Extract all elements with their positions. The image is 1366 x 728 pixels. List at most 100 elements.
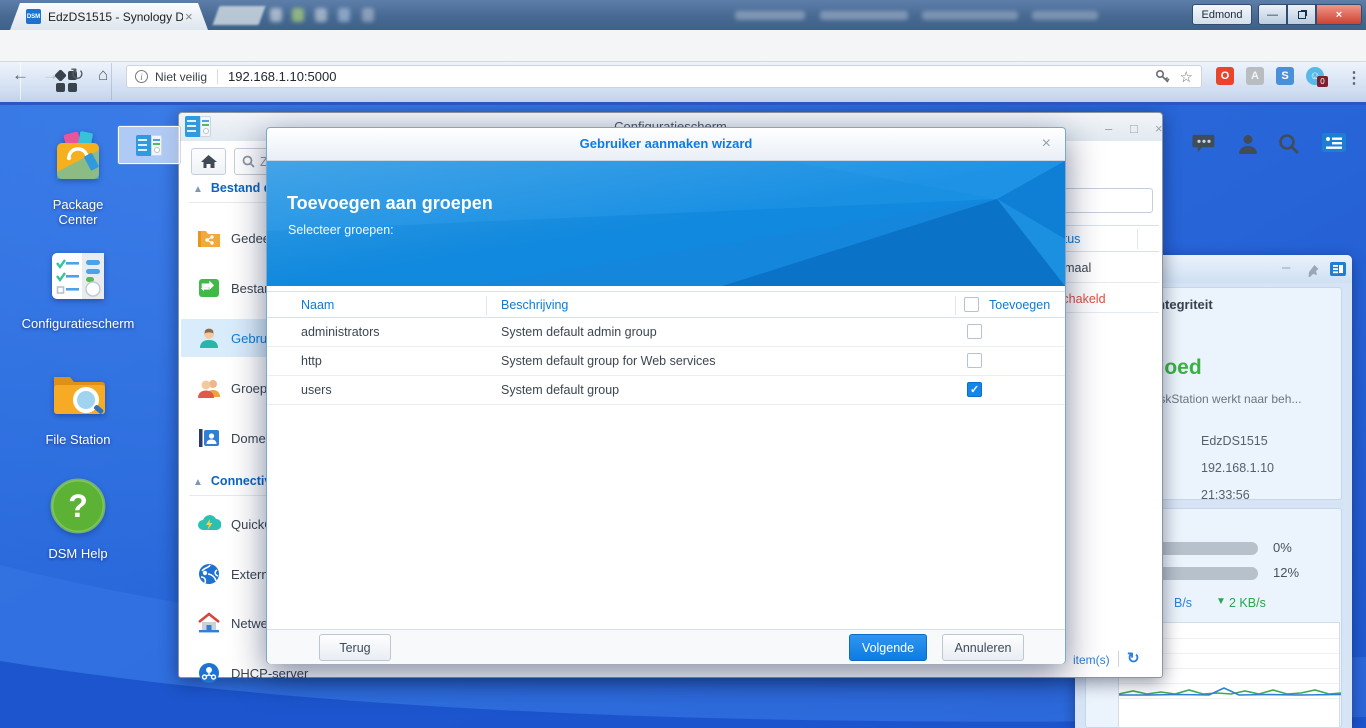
- file-services-icon: [199, 279, 219, 297]
- select-all-checkbox[interactable]: [964, 297, 979, 312]
- screen: Package Center Configuratiescherm File S…: [0, 0, 1366, 728]
- sidebar-item-label: Groep: [231, 380, 268, 396]
- desktop-icon-label: Configuratiescherm: [21, 316, 135, 331]
- dsm-help-icon: ?: [50, 478, 106, 534]
- chevron-up-icon: ▲: [193, 184, 203, 195]
- group-icon: [198, 380, 220, 398]
- svg-text:?: ?: [68, 488, 88, 524]
- column-header-name[interactable]: Naam: [301, 298, 334, 312]
- security-label: Niet veilig: [155, 69, 208, 84]
- column-header-add[interactable]: Toevoegen: [989, 298, 1050, 312]
- wizard-banner: Toevoegen aan groepen Selecteer groepen:: [267, 161, 1065, 286]
- search-icon[interactable]: [1278, 133, 1300, 155]
- widget-pin-icon[interactable]: [1306, 262, 1321, 277]
- desktop-icon-label: Package Center: [52, 197, 104, 227]
- dialog-title: Gebruiker aanmaken wizard: [579, 136, 753, 151]
- package-center-icon: [57, 131, 99, 179]
- column-header-description[interactable]: Beschrijving: [501, 298, 568, 312]
- group-description: System default group: [501, 383, 620, 397]
- windows-titlebar: DSM EdzDS1515 - Synology D × Edmond — ×: [0, 0, 1366, 30]
- search-icon: [242, 155, 255, 168]
- item-count-label: item(s): [1073, 653, 1110, 667]
- windows-profile-button[interactable]: Edmond: [1192, 4, 1252, 25]
- system-health-description: DiskStation werkt naar beh...: [1148, 392, 1302, 406]
- group-table-header: Naam Beschrijving Toevoegen: [267, 291, 1065, 318]
- desktop-icon-label: File Station: [45, 432, 111, 447]
- taskbar-app-control-panel[interactable]: [118, 126, 180, 164]
- group-name: administrators: [301, 325, 380, 339]
- window-close-icon[interactable]: ×: [1155, 122, 1163, 135]
- user-icon: [200, 328, 218, 348]
- download-arrow-icon: ▼: [1216, 596, 1226, 607]
- browser-menu-icon[interactable]: ⋮: [1346, 68, 1362, 88]
- home-icon[interactable]: ⌂: [98, 65, 108, 85]
- user-creation-wizard-dialog: Gebruiker aanmaken wizard × Toevoegen aa…: [266, 127, 1066, 664]
- ram-usage-value: 12%: [1273, 565, 1300, 580]
- sidebar-item-label: DHCP-server: [231, 665, 309, 681]
- group-name: http: [301, 354, 322, 368]
- desktop-icon-dsm-help[interactable]: ? DSM Help: [3, 477, 153, 561]
- server-name-value: EdzDS1515: [1201, 434, 1268, 448]
- background-tab-ghost: [212, 6, 266, 25]
- file-station-icon: [54, 377, 105, 414]
- widget-minimize-icon[interactable]: –: [1282, 259, 1290, 276]
- extension-badge: 0: [1317, 76, 1328, 87]
- quickconnect-icon: [198, 515, 221, 530]
- forward-icon[interactable]: →: [42, 65, 59, 85]
- back-button[interactable]: Terug: [319, 634, 391, 661]
- control-panel-app-icon: [185, 116, 211, 137]
- show-widgets-icon[interactable]: [1322, 133, 1346, 152]
- cancel-button[interactable]: Annuleren: [942, 634, 1024, 661]
- pdf-extension-icon[interactable]: A: [1246, 67, 1264, 85]
- tab-close-icon[interactable]: ×: [185, 9, 193, 24]
- group-checkbox-checked[interactable]: [967, 382, 982, 397]
- browser-tab[interactable]: DSM EdzDS1515 - Synology D ×: [10, 3, 208, 30]
- wizard-heading: Toevoegen aan groepen: [287, 193, 493, 213]
- group-description: System default admin group: [501, 325, 657, 339]
- user-options-icon[interactable]: [1237, 133, 1259, 155]
- window-close-button[interactable]: ×: [1316, 4, 1362, 25]
- ip-address-value: 192.168.1.10: [1201, 461, 1274, 475]
- window-maximize-icon[interactable]: □: [1130, 122, 1138, 135]
- network-house-icon: [198, 612, 220, 633]
- back-icon[interactable]: ←: [12, 65, 29, 85]
- window-minimize-icon[interactable]: –: [1105, 122, 1112, 135]
- group-row-users[interactable]: users System default group: [267, 376, 1065, 405]
- office-extension-icon[interactable]: O: [1216, 67, 1234, 85]
- dhcp-server-icon: [199, 663, 219, 683]
- browser-tab-title: EdzDS1515 - Synology D: [48, 9, 183, 24]
- globe-icon: [199, 564, 219, 584]
- download-speed-value: 2 KB/s: [1229, 596, 1266, 610]
- next-button[interactable]: Volgende: [849, 634, 927, 661]
- window-restore-button[interactable]: [1287, 4, 1316, 25]
- group-row-administrators[interactable]: administrators System default admin grou…: [267, 318, 1065, 347]
- domain-ldap-icon: [199, 429, 219, 447]
- dialog-titlebar[interactable]: Gebruiker aanmaken wizard ×: [267, 128, 1065, 161]
- group-checkbox[interactable]: [967, 353, 982, 368]
- desktop-icon-label: DSM Help: [48, 546, 108, 561]
- group-checkbox[interactable]: [967, 324, 982, 339]
- refresh-icon[interactable]: ↻: [1127, 649, 1140, 667]
- dialog-close-icon[interactable]: ×: [1042, 135, 1051, 153]
- desktop-icon-file-station[interactable]: File Station: [3, 363, 153, 447]
- shared-folder-icon: [198, 231, 220, 247]
- uptime-value: 21:33:56: [1201, 488, 1250, 502]
- upload-speed-value: B/s: [1174, 596, 1193, 610]
- bookmark-star-icon[interactable]: ☆: [1180, 68, 1193, 86]
- group-name: users: [301, 383, 332, 397]
- address-bar[interactable]: i Niet veilig 192.168.1.10:5000 ☆: [126, 65, 1202, 88]
- notifications-icon[interactable]: [1192, 133, 1216, 155]
- page-info-icon[interactable]: i: [135, 70, 148, 83]
- password-key-icon[interactable]: [1155, 69, 1170, 84]
- url-text[interactable]: 192.168.1.10:5000: [228, 69, 336, 84]
- widget-panel-icon[interactable]: [1330, 262, 1346, 276]
- reload-icon[interactable]: ↻: [70, 65, 84, 85]
- browser-toolbar: ← → ↻ ⌂ i Niet veilig 192.168.1.10:5000 …: [0, 30, 1366, 88]
- s-extension-icon[interactable]: S: [1276, 67, 1294, 85]
- home-button[interactable]: [191, 148, 226, 175]
- desktop-icon-control-panel[interactable]: Configuratiescherm: [3, 247, 153, 331]
- cpu-usage-value: 0%: [1273, 540, 1292, 555]
- group-row-http[interactable]: http System default group for Web servic…: [267, 347, 1065, 376]
- dialog-footer: Terug Volgende Annuleren: [267, 629, 1065, 664]
- window-minimize-button[interactable]: —: [1258, 4, 1287, 25]
